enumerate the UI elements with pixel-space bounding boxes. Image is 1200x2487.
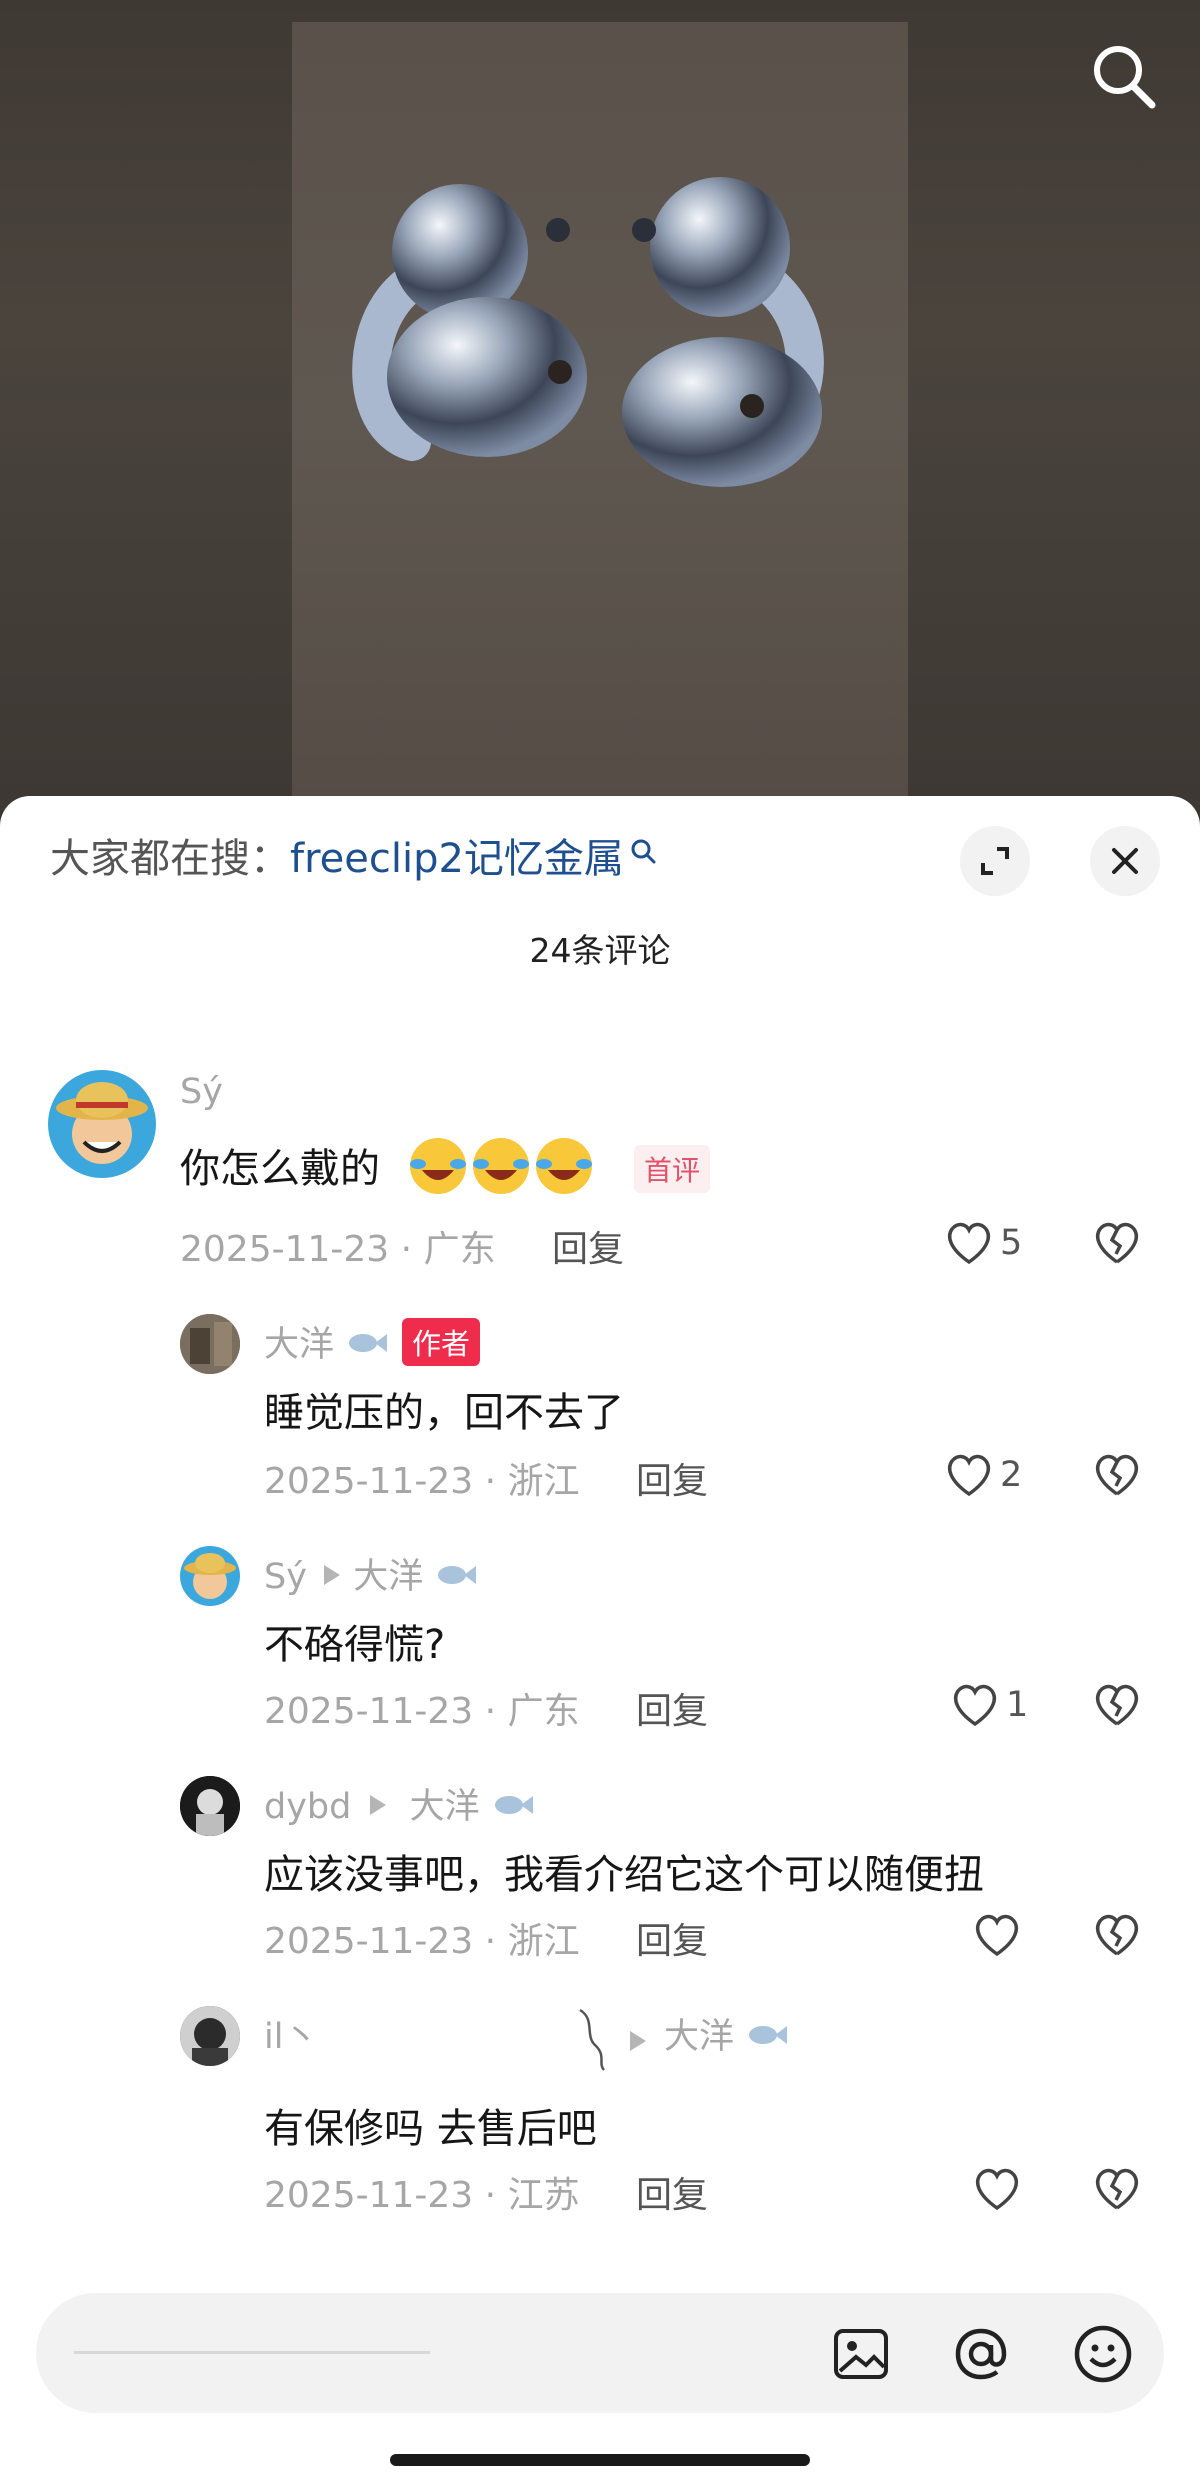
image-icon[interactable] — [832, 2325, 890, 2383]
comment-count: 24条评论 — [529, 931, 671, 970]
like-button[interactable]: 2 — [944, 1452, 1022, 1498]
username-text: 大洋 — [264, 1325, 335, 1365]
comment-text: 睡觉压的，回不去了 — [264, 1390, 624, 1436]
username[interactable]: Sý — [264, 1557, 307, 1597]
reply-to-username[interactable]: 大洋 — [353, 1557, 423, 1597]
comment-text: 不硌得慌? — [264, 1622, 446, 1668]
comment-date: 2025-11-23 — [264, 1461, 474, 1502]
separator: · — [484, 2175, 497, 2216]
heart-icon — [947, 1222, 991, 1265]
video-background[interactable] — [0, 0, 1200, 812]
username[interactable]: Sý — [180, 1072, 223, 1112]
reply-arrow-icon — [370, 1795, 386, 1815]
fish-icon — [749, 2026, 788, 2044]
avatar[interactable] — [48, 1070, 156, 1178]
comment-date: 2025-11-23 — [180, 1229, 390, 1270]
broken-heart-icon[interactable] — [1092, 1452, 1142, 1498]
video-frame — [292, 22, 908, 812]
hot-search-query[interactable]: freeclip2记忆金属 — [290, 826, 624, 884]
expand-button[interactable] — [960, 826, 1030, 896]
separator: · — [400, 1229, 413, 1270]
author-badge: 作者 — [402, 1318, 481, 1366]
expand-icon — [981, 847, 1009, 875]
avatar[interactable] — [180, 2006, 240, 2066]
username[interactable]: dybd — [264, 1787, 351, 1827]
comment-text: 应该没事吧，我看介绍它这个可以随便扭 — [264, 1852, 984, 1898]
hot-search-prefix: 大家都在搜： — [50, 836, 290, 882]
search-icon[interactable] — [1088, 40, 1160, 112]
reply-button[interactable]: 回复 — [636, 1452, 708, 1504]
reply-header: dybd 大洋 — [264, 1778, 535, 1829]
username[interactable]: 大洋 — [264, 1316, 389, 1367]
broken-heart-icon[interactable] — [1092, 1682, 1142, 1728]
reply-button[interactable]: 回复 — [636, 1912, 708, 1964]
reply-header: Sý 大洋 — [264, 1548, 478, 1599]
heart-icon — [953, 1684, 997, 1727]
avatar[interactable] — [180, 1546, 240, 1606]
reply-button[interactable]: 回复 — [636, 2166, 708, 2218]
heart-icon — [975, 1914, 1019, 1957]
comment-location: 广东 — [423, 1229, 496, 1270]
smile-icon[interactable] — [1072, 2323, 1134, 2385]
comment-input-bar[interactable] — [36, 2293, 1164, 2413]
comment-meta: 2025-11-23 · 广东 — [180, 1220, 496, 1272]
reply-button[interactable]: 回复 — [552, 1220, 624, 1272]
reply-button[interactable]: 回复 — [636, 1682, 708, 1734]
home-indicator[interactable] — [390, 2454, 810, 2466]
heart-icon — [947, 1454, 991, 1497]
fish-icon — [438, 1566, 477, 1584]
separator: · — [484, 1461, 497, 1502]
comment-sheet: 大家都在搜： freeclip2记忆金属 24条评论 Sý 你怎么戴的 首评 2… — [0, 796, 1200, 2487]
comment-text: 你怎么戴的 — [180, 1146, 380, 1192]
avatar[interactable] — [180, 1776, 240, 1836]
comment-meta: 2025-11-23 · 浙江 — [264, 1912, 580, 1964]
avatar[interactable] — [180, 1314, 240, 1374]
broken-heart-icon[interactable] — [1092, 1912, 1142, 1958]
comment-input-field[interactable] — [74, 2351, 430, 2354]
hot-search-bar[interactable]: 大家都在搜： freeclip2记忆金属 — [50, 826, 656, 884]
like-count: 1 — [1006, 1685, 1029, 1725]
first-comment-badge: 首评 — [634, 1145, 711, 1193]
comment-meta: 2025-11-23 · 江苏 — [264, 2166, 580, 2218]
fish-icon — [494, 1796, 533, 1814]
comment-date: 2025-11-23 — [264, 1691, 474, 1732]
comment-text: 有保修吗 去售后吧 — [264, 2106, 597, 2152]
broken-heart-icon[interactable] — [1092, 1220, 1142, 1266]
separator: · — [484, 1691, 497, 1732]
like-count: 5 — [1000, 1223, 1023, 1263]
reply-to-username[interactable]: 大洋 — [664, 2008, 789, 2059]
like-button[interactable] — [972, 2166, 1022, 2212]
reply-to-username[interactable]: 大洋 — [410, 1787, 480, 1827]
comment-meta: 2025-11-23 · 广东 — [264, 1682, 580, 1734]
comment-date: 2025-11-23 — [264, 2175, 474, 2216]
comment-location: 浙江 — [507, 1921, 580, 1962]
heart-icon — [975, 2168, 1019, 2211]
broken-heart-icon[interactable] — [1092, 2166, 1142, 2212]
at-icon[interactable] — [950, 2323, 1012, 2385]
reply-arrow-icon — [324, 1565, 340, 1585]
close-button[interactable] — [1090, 826, 1160, 896]
like-button[interactable] — [972, 1912, 1022, 1958]
comment-location: 江苏 — [507, 2175, 580, 2216]
like-button[interactable]: 1 — [950, 1682, 1028, 1728]
like-button[interactable]: 5 — [944, 1220, 1022, 1266]
search-icon — [630, 828, 656, 864]
comment-location: 浙江 — [507, 1461, 580, 1502]
comment-date: 2025-11-23 — [264, 1921, 474, 1962]
comment-location: 广东 — [507, 1691, 580, 1732]
username[interactable]: il丶 — [264, 2008, 318, 2059]
close-icon — [1112, 848, 1138, 874]
separator: · — [484, 1921, 497, 1962]
fish-icon — [349, 1334, 388, 1352]
comment-meta: 2025-11-23 · 浙江 — [264, 1452, 580, 1504]
reply-arrow-icon — [630, 2031, 646, 2051]
earbuds-image — [352, 177, 824, 487]
reply-to-name: 大洋 — [664, 2017, 735, 2057]
crying-laughing-emoji — [410, 1138, 592, 1194]
username-decoration — [579, 2008, 606, 2071]
like-count: 2 — [1000, 1455, 1023, 1495]
